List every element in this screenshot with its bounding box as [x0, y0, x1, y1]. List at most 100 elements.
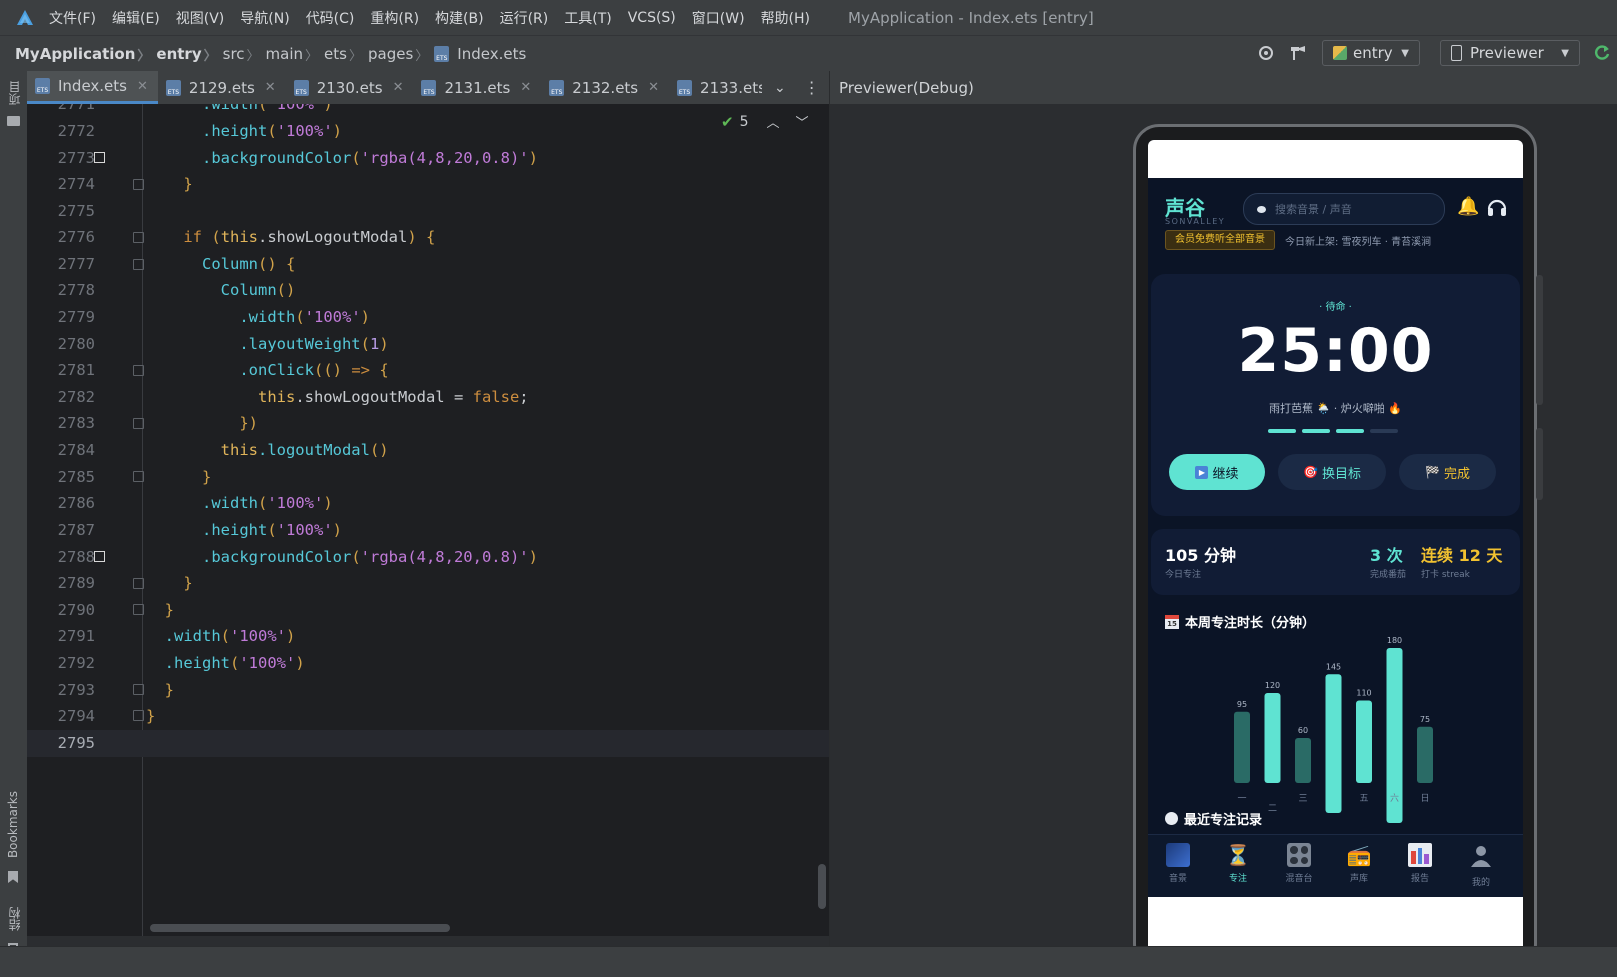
chart-value-label: 145 — [1326, 662, 1341, 671]
search-icon — [1257, 205, 1266, 213]
inspection-widget[interactable]: ✔ 5 ︿ ﹀ — [717, 112, 813, 131]
more-options-icon[interactable]: ⋮ — [804, 78, 820, 97]
chevron-down-icon: ▼ — [1401, 47, 1409, 59]
breadcrumb-project[interactable]: MyApplication 〉 — [15, 45, 156, 64]
vertical-scrollbar[interactable] — [818, 864, 826, 909]
breadcrumb-main[interactable]: main 〉 — [266, 45, 325, 64]
menu-item-navigate[interactable]: 导航(N) — [240, 8, 289, 28]
finish-button[interactable]: 🏁 完成 — [1399, 454, 1496, 490]
menu-item-tools[interactable]: 工具(T) — [564, 8, 611, 28]
menu-item-file[interactable]: 文件(F) — [49, 8, 96, 28]
fold-icon[interactable] — [133, 578, 144, 589]
fold-icon[interactable] — [133, 179, 144, 190]
breadcrumb-pages[interactable]: pages 〉 — [368, 45, 434, 64]
close-icon[interactable]: ✕ — [265, 80, 276, 95]
ets-file-icon: ETS — [293, 79, 309, 96]
streak-value: 连续 12 天 — [1421, 546, 1503, 565]
timer-state-label: · 待命 · — [1319, 302, 1352, 313]
code-line: 2785 } — [57, 468, 212, 486]
menu-item-edit[interactable]: 编辑(E) — [112, 8, 160, 28]
code-line: 2789 } — [57, 574, 193, 592]
tab-index-ets[interactable]: ETS Index.ets ✕ — [27, 71, 158, 104]
code-line: 2788 .backgroundColor('rgba(4,8,20,0.8)'… — [57, 548, 538, 566]
headphones-icon[interactable] — [1486, 196, 1508, 222]
menu-item-vcs[interactable]: VCS(S) — [628, 10, 676, 26]
nav-item-me[interactable]: 我的 — [1463, 843, 1499, 888]
chart-bar-一 — [1234, 711, 1250, 783]
code-line: 2782 this.showLogoutModal = false; — [57, 388, 529, 406]
fold-icon[interactable] — [133, 365, 144, 376]
nav-item-mixer[interactable]: 混音台 — [1281, 843, 1317, 884]
tab-2132-ets[interactable]: ETS 2132.ets ✕ — [541, 71, 669, 104]
nav-item-soundscape[interactable]: 音景 — [1160, 843, 1196, 884]
code-line: 2784 this.logoutModal() — [57, 441, 389, 459]
phone-side-button — [1536, 275, 1543, 405]
change-goal-button[interactable]: 🎯 换目标 — [1278, 454, 1386, 490]
menu-bar: 文件(F) 编辑(E) 视图(V) 导航(N) 代码(C) 重构(R) 构建(B… — [0, 0, 1617, 35]
horizontal-scrollbar[interactable] — [150, 924, 450, 932]
color-swatch-icon[interactable] — [94, 152, 105, 163]
menu-item-code[interactable]: 代码(C) — [306, 8, 355, 28]
close-icon[interactable]: ✕ — [393, 80, 404, 95]
project-tool-button[interactable]: 项目 — [6, 81, 23, 105]
new-arrivals-text[interactable]: 今日新上架: 雪夜列车 · 青苔溪涧 — [1285, 233, 1431, 248]
breadcrumb-ets[interactable]: ets 〉 — [324, 45, 368, 64]
vip-badge[interactable]: 会员免费听全部音景 — [1165, 230, 1275, 250]
pomodoro-count-value: 3 次 — [1370, 546, 1403, 565]
fold-icon[interactable] — [133, 471, 144, 482]
bell-icon[interactable]: 🔔 — [1457, 196, 1479, 217]
module-icon — [1333, 46, 1347, 60]
chart-bar-二 — [1264, 693, 1281, 783]
tab-2133-ets[interactable]: ETS 2133.ets — [669, 71, 766, 104]
menu-item-build[interactable]: 构建(B) — [435, 8, 484, 28]
tab-overflow-chevron-icon[interactable]: ⌄ — [774, 80, 786, 96]
code-editor[interactable]: 2771 .width('100%') 2772 .height('100%')… — [27, 104, 829, 936]
chart-category-label: 三 — [1298, 794, 1307, 804]
tab-2129-ets[interactable]: ETS 2129.ets ✕ — [158, 71, 286, 104]
ets-file-icon: ETS — [677, 79, 693, 96]
fold-icon[interactable] — [133, 684, 144, 695]
tab-2130-ets[interactable]: ETS 2130.ets ✕ — [286, 71, 414, 104]
target-icon[interactable] — [1256, 43, 1276, 67]
today-focus-label: 今日专注 — [1165, 570, 1202, 580]
chevron-down-icon[interactable]: ﹀ — [796, 112, 809, 131]
structure-tool-button[interactable]: 结构 — [6, 907, 23, 931]
code-line: 2772 .height('100%') — [57, 122, 343, 140]
ets-file-icon: ETS — [434, 46, 450, 62]
nav-item-focus[interactable]: ⏳ 专注 — [1220, 843, 1256, 884]
close-icon[interactable]: ✕ — [520, 80, 531, 95]
hammer-icon[interactable] — [1288, 43, 1308, 67]
menu-item-refactor[interactable]: 重构(R) — [370, 8, 419, 28]
close-icon[interactable]: ✕ — [648, 80, 659, 95]
fold-icon[interactable] — [133, 232, 144, 243]
close-icon[interactable]: ✕ — [137, 79, 148, 94]
chart-bar-三 — [1295, 738, 1311, 783]
chevron-up-icon[interactable]: ︿ — [767, 112, 780, 131]
progress-segment — [1268, 429, 1296, 433]
search-input[interactable]: 搜索音景 / 声音 — [1243, 193, 1445, 225]
device-select[interactable]: Previewer ▼ — [1440, 40, 1580, 66]
continue-button[interactable]: ▶ 继续 — [1169, 454, 1265, 490]
tab-2131-ets[interactable]: ETS 2131.ets ✕ — [413, 71, 541, 104]
nav-item-report[interactable]: 报告 — [1402, 843, 1438, 884]
menu-item-run[interactable]: 运行(R) — [500, 8, 549, 28]
fold-icon[interactable] — [133, 604, 144, 615]
fold-icon[interactable] — [133, 710, 144, 721]
menu-item-window[interactable]: 窗口(W) — [692, 8, 745, 28]
chart-bar-四 — [1325, 674, 1342, 813]
chart-category-label: 一 — [1237, 794, 1246, 804]
fold-icon[interactable] — [133, 259, 144, 270]
breadcrumb-file[interactable]: ETS Index.ets — [434, 45, 526, 63]
refresh-icon[interactable] — [1592, 43, 1612, 67]
fold-icon[interactable] — [133, 418, 144, 429]
breadcrumb-src[interactable]: src 〉 — [223, 45, 266, 64]
menu-item-help[interactable]: 帮助(H) — [761, 8, 810, 28]
bookmarks-tool-button[interactable]: Bookmarks — [6, 791, 20, 858]
nav-item-library[interactable]: 📻 声库 — [1341, 843, 1377, 884]
menu-item-view[interactable]: 视图(V) — [176, 8, 225, 28]
color-swatch-icon[interactable] — [94, 551, 105, 562]
module-select[interactable]: entry ▼ — [1322, 40, 1420, 66]
breadcrumb-module[interactable]: entry 〉 — [156, 45, 222, 64]
bottom-navigation: 音景 ⏳ 专注 混音台 📻 声库 报告 我的 — [1148, 834, 1523, 897]
galaxy-icon — [1166, 843, 1190, 867]
